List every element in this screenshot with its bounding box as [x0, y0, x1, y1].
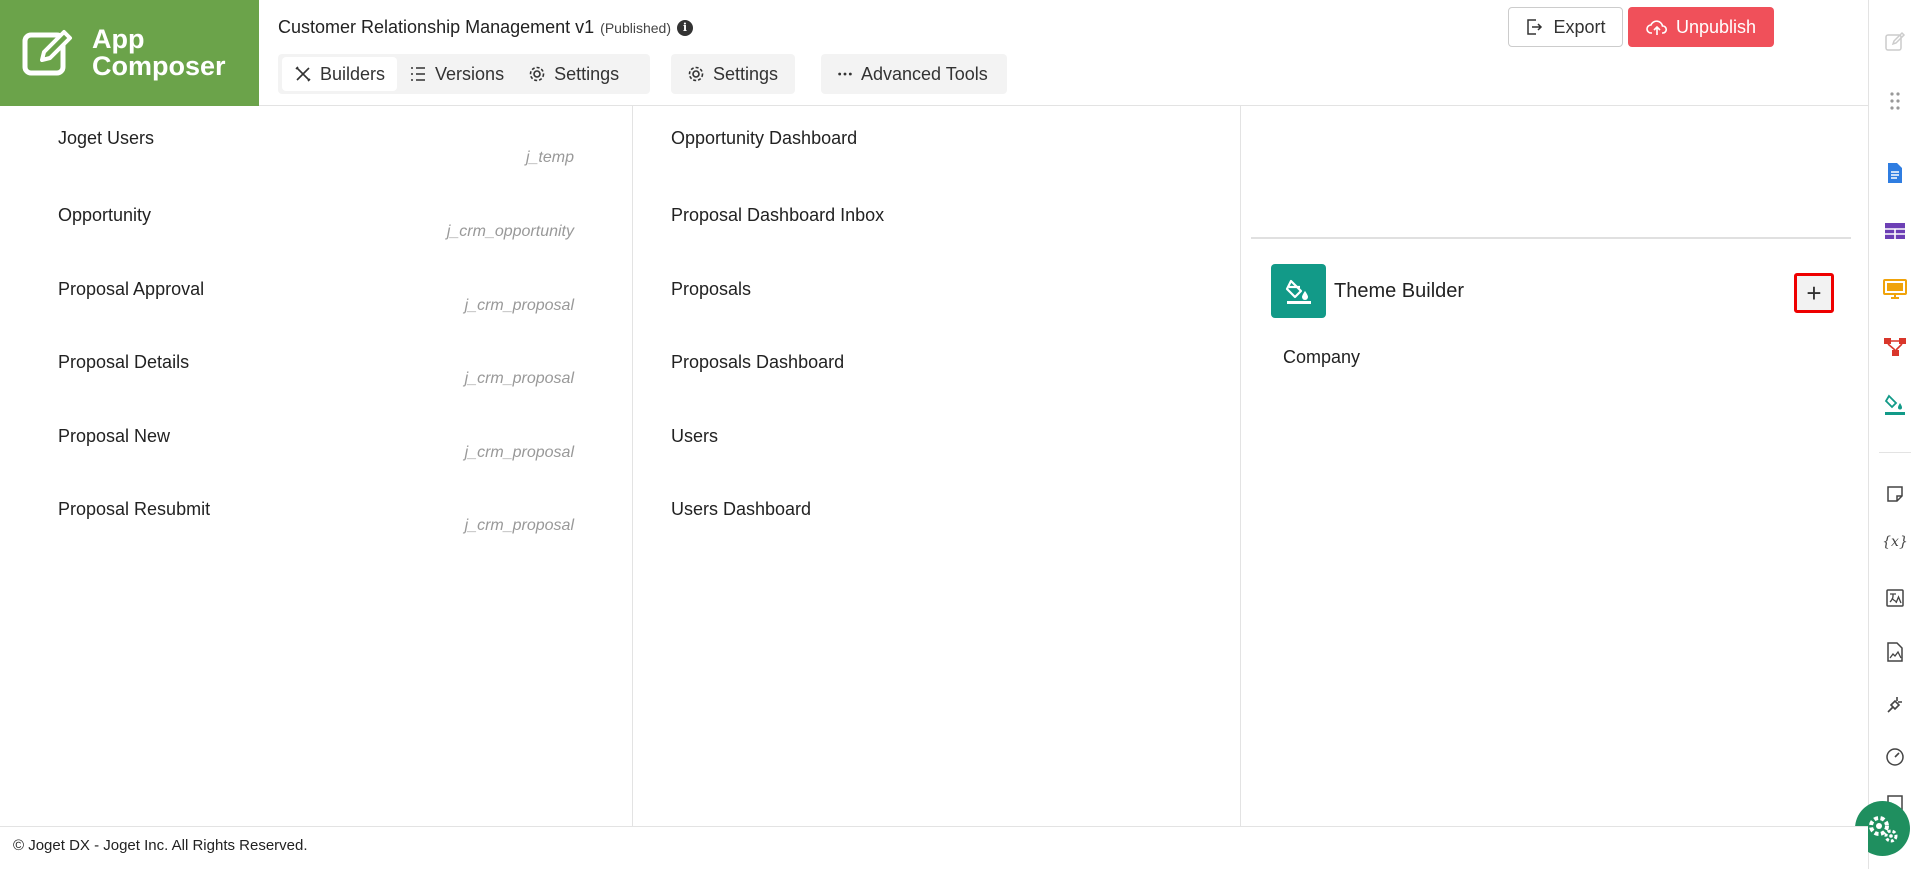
plugin-icon[interactable]: [1883, 693, 1907, 717]
list-name: Users: [671, 426, 719, 446]
unpublish-label: Unpublish: [1675, 16, 1757, 37]
theme-builder-title: Theme Builder: [1334, 279, 1465, 302]
logo-text-composer: Composer: [92, 51, 226, 81]
list-item[interactable]: Proposal Approval j_crm_proposal: [58, 279, 574, 319]
export-button[interactable]: Export: [1508, 7, 1623, 47]
form-name: Opportunity: [58, 205, 152, 225]
lists-column: Opportunity Dashboard Proposal Dashboard…: [633, 106, 1241, 826]
form-table: j_temp: [525, 149, 574, 166]
add-theme-button[interactable]: +: [1794, 273, 1834, 313]
app-status: (Published): [600, 19, 671, 36]
edit-icon[interactable]: [1883, 30, 1907, 54]
export-label: Export: [1553, 16, 1606, 37]
app-header: App Composer Customer Relationship Manag…: [0, 0, 1868, 106]
settings-group: Settings: [671, 54, 795, 94]
form-table: j_crm_proposal: [464, 444, 574, 461]
tab-settings-label: Settings: [554, 63, 620, 84]
list-icon: [411, 67, 426, 81]
process-builder-icon[interactable]: [1883, 335, 1907, 359]
builder-tabs: Builders Versions Settings: [278, 54, 650, 94]
theme-column: Theme Builder + Company: [1241, 106, 1868, 826]
performance-icon[interactable]: [1883, 745, 1907, 769]
toolbar-divider: [1879, 452, 1911, 453]
tab-builders-label: Builders: [320, 63, 386, 84]
tab-settings[interactable]: Settings: [516, 57, 631, 91]
advanced-tools-button[interactable]: Advanced Tools: [825, 57, 1000, 91]
right-toolbar: {x}: [1868, 0, 1920, 869]
form-table: j_crm_proposal: [464, 517, 574, 534]
form-name: Joget Users: [58, 128, 155, 148]
cloud-upload-icon: [1646, 20, 1668, 35]
theme-builder-icon[interactable]: [1883, 393, 1907, 417]
list-item[interactable]: Users Dashboard: [671, 499, 1187, 539]
section-divider: [1251, 237, 1851, 239]
unpublish-button[interactable]: Unpublish: [1628, 7, 1774, 47]
form-name: Proposal Resubmit: [58, 499, 211, 519]
file-image-icon[interactable]: [1883, 640, 1907, 664]
gear-icon: [688, 66, 704, 82]
export-icon: [1527, 19, 1543, 35]
list-item[interactable]: Proposals: [671, 279, 1187, 319]
settings-button[interactable]: Settings: [675, 57, 790, 91]
form-name: Proposal New: [58, 426, 171, 446]
app-title: Customer Relationship Management v1 (Pub…: [278, 17, 693, 38]
list-item[interactable]: Joget Users j_temp: [58, 128, 574, 171]
list-item[interactable]: Proposal Resubmit j_crm_proposal: [58, 499, 574, 539]
advanced-tools-label: Advanced Tools: [861, 63, 988, 84]
list-name: Proposal Dashboard Inbox: [671, 205, 885, 225]
note-icon[interactable]: [1883, 482, 1907, 506]
gears-icon: [1868, 815, 1897, 842]
translate-icon[interactable]: [1883, 586, 1907, 610]
paint-bucket-icon: [1271, 264, 1326, 318]
form-name: Proposal Details: [58, 352, 190, 372]
tab-versions-label: Versions: [435, 63, 505, 84]
list-name: Proposals: [671, 279, 752, 299]
list-item[interactable]: Proposals Dashboard: [671, 352, 1187, 392]
form-table: j_crm_opportunity: [446, 223, 574, 240]
list-item[interactable]: Proposal Dashboard Inbox: [671, 205, 1187, 245]
datalist-builder-icon[interactable]: [1883, 219, 1907, 243]
info-icon[interactable]: i: [677, 19, 693, 36]
forms-column: Joget Users j_temp Opportunity j_crm_opp…: [0, 106, 633, 826]
list-item[interactable]: Opportunity Dashboard: [671, 128, 1187, 168]
copyright-text: © Joget DX - Joget Inc. All Rights Reser…: [13, 837, 308, 854]
list-item[interactable]: Users: [671, 426, 1187, 466]
builders-icon: [295, 66, 311, 82]
logo-text-app: App: [92, 24, 145, 54]
form-table: j_crm_proposal: [464, 370, 574, 387]
edit-icon: [16, 22, 78, 84]
more-dots-icon: [838, 72, 852, 76]
form-name: Proposal Approval: [58, 279, 205, 299]
form-table: j_crm_proposal: [464, 297, 574, 314]
form-builder-icon[interactable]: [1883, 161, 1907, 185]
app-name: Customer Relationship Management v1: [278, 17, 595, 37]
tab-builders[interactable]: Builders: [282, 57, 398, 91]
settings-button-label: Settings: [713, 63, 779, 84]
userview-builder-icon[interactable]: [1883, 277, 1907, 301]
list-name: Users Dashboard: [671, 499, 812, 519]
tab-versions[interactable]: Versions: [397, 57, 516, 91]
list-name: Proposals Dashboard: [671, 352, 845, 372]
app-composer-logo[interactable]: App Composer: [0, 0, 259, 106]
list-item[interactable]: Opportunity j_crm_opportunity: [58, 205, 574, 245]
list-item[interactable]: Proposal New j_crm_proposal: [58, 426, 574, 466]
list-item[interactable]: Proposal Details j_crm_proposal: [58, 352, 574, 392]
list-name: Opportunity Dashboard: [671, 128, 858, 148]
advanced-tools-group: Advanced Tools: [821, 54, 1007, 94]
drag-handle-icon[interactable]: [1883, 89, 1907, 113]
list-item[interactable]: Company: [1283, 347, 1360, 368]
theme-builder-header: Theme Builder: [1271, 264, 1464, 318]
gear-icon: [529, 66, 545, 82]
footer: © Joget DX - Joget Inc. All Rights Reser…: [0, 826, 1868, 869]
variables-icon[interactable]: {x}: [1882, 530, 1908, 554]
